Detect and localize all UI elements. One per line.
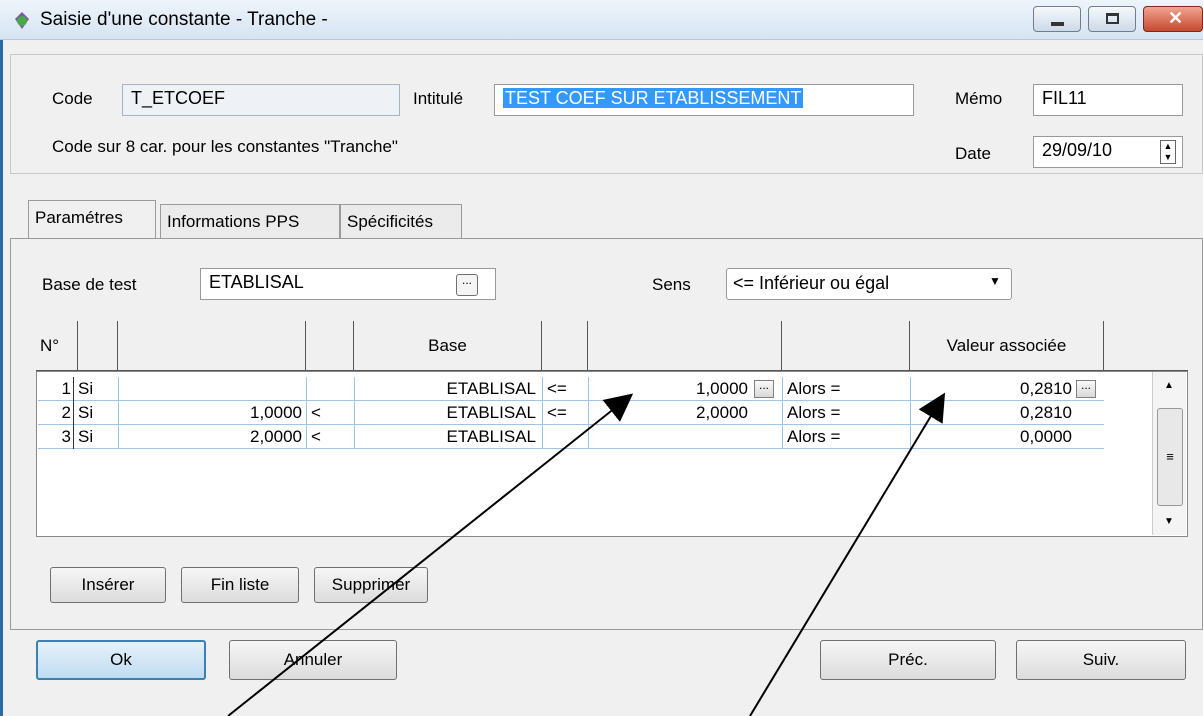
annotation-arrows: [227, 392, 946, 716]
annotation-arrow-right: [749, 392, 946, 716]
annotation-arrow-left: [227, 393, 634, 716]
